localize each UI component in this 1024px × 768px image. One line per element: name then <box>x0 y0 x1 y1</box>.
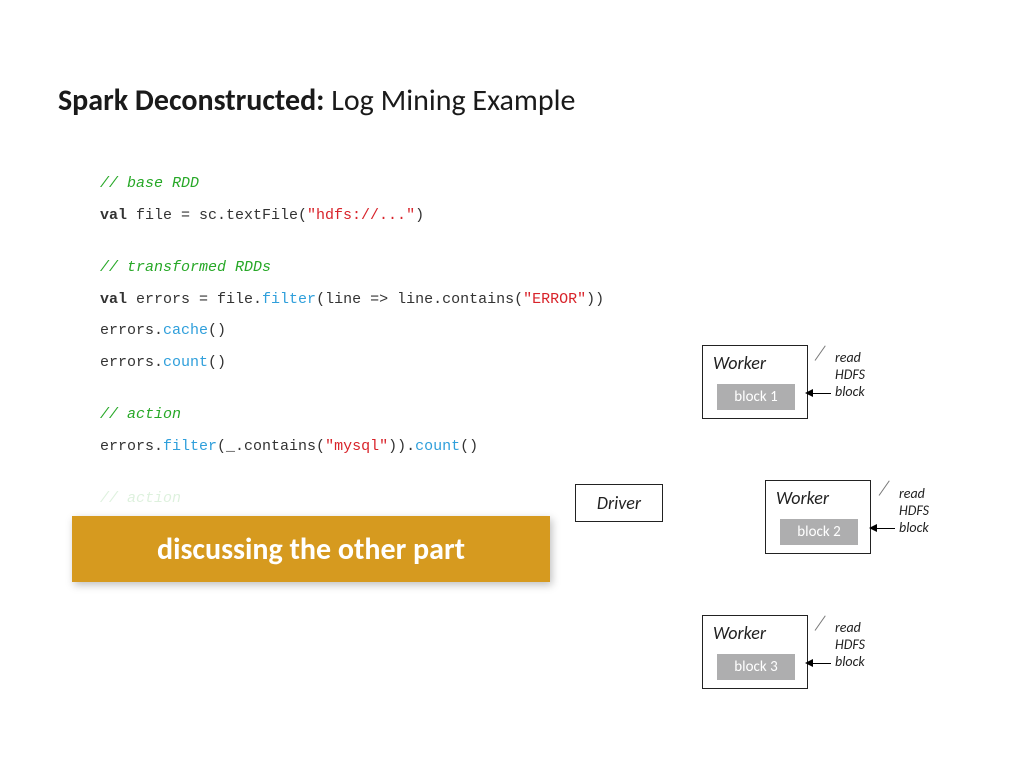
arrow-head-icon <box>805 389 813 397</box>
code-text: errors. <box>100 438 163 455</box>
code-fn: count <box>163 354 208 371</box>
code-text: errors = file. <box>127 291 262 308</box>
annotation-3: read HDFS block <box>835 620 865 670</box>
code-keyword: val <box>100 291 127 308</box>
annot-line: HDFS <box>899 503 929 520</box>
code-string: "ERROR" <box>523 291 586 308</box>
code-text: )) <box>586 291 604 308</box>
annot-line: HDFS <box>835 637 865 654</box>
worker-label: Worker <box>703 616 807 648</box>
title-light: Log Mining Example <box>324 82 575 119</box>
code-text: errors. <box>100 322 163 339</box>
annot-line: block <box>835 654 865 671</box>
driver-label: Driver <box>597 492 641 514</box>
code-fn: cache <box>163 322 208 339</box>
code-text: file = sc.textFile( <box>127 207 307 224</box>
code-fn: filter <box>262 291 316 308</box>
code-comment: // base RDD <box>100 175 199 192</box>
code-text: (line => line.contains( <box>316 291 523 308</box>
annotation-2: read HDFS block <box>899 486 929 536</box>
code-text: () <box>208 354 226 371</box>
code-text: ) <box>415 207 424 224</box>
block-2: block 2 <box>780 519 858 545</box>
code-string: "mysql" <box>325 438 388 455</box>
block-3: block 3 <box>717 654 795 680</box>
code-text: () <box>208 322 226 339</box>
driver-box: Driver <box>575 484 663 522</box>
annotation-1: read HDFS block <box>835 350 865 400</box>
worker-label: Worker <box>703 346 807 378</box>
title-bold: Spark Deconstructed: <box>58 82 324 119</box>
arrow-head-icon <box>869 524 877 532</box>
arrow-line-icon <box>877 528 895 529</box>
annot-line: read <box>835 620 865 637</box>
callout-banner: discussing the other part <box>72 516 550 582</box>
block-1: block 1 <box>717 384 795 410</box>
annot-line: HDFS <box>835 367 865 384</box>
code-block: // base RDD val file = sc.textFile("hdfs… <box>100 168 604 546</box>
code-fn: filter <box>163 438 217 455</box>
worker-box-1: Worker block 1 <box>702 345 808 419</box>
code-text: (_.contains( <box>217 438 325 455</box>
annot-line: read <box>835 350 865 367</box>
code-text: errors. <box>100 354 163 371</box>
arrow-head-icon <box>805 659 813 667</box>
worker-label: Worker <box>766 481 870 513</box>
annot-line: block <box>899 520 929 537</box>
worker-box-3: Worker block 3 <box>702 615 808 689</box>
code-comment: // transformed RDDs <box>100 259 271 276</box>
arrow-line-icon <box>813 393 831 394</box>
annot-line: block <box>835 384 865 401</box>
leader-line-icon <box>815 345 826 360</box>
code-comment: // action <box>100 490 181 507</box>
annot-line: read <box>899 486 929 503</box>
code-string: "hdfs://..." <box>307 207 415 224</box>
code-comment: // action <box>100 406 181 423</box>
worker-box-2: Worker block 2 <box>765 480 871 554</box>
slide-title: Spark Deconstructed: Log Mining Example <box>58 82 575 119</box>
leader-line-icon <box>815 615 826 630</box>
arrow-line-icon <box>813 663 831 664</box>
code-fn: count <box>415 438 460 455</box>
code-text: )). <box>388 438 415 455</box>
code-keyword: val <box>100 207 127 224</box>
code-text: () <box>460 438 478 455</box>
leader-line-icon <box>879 480 890 495</box>
